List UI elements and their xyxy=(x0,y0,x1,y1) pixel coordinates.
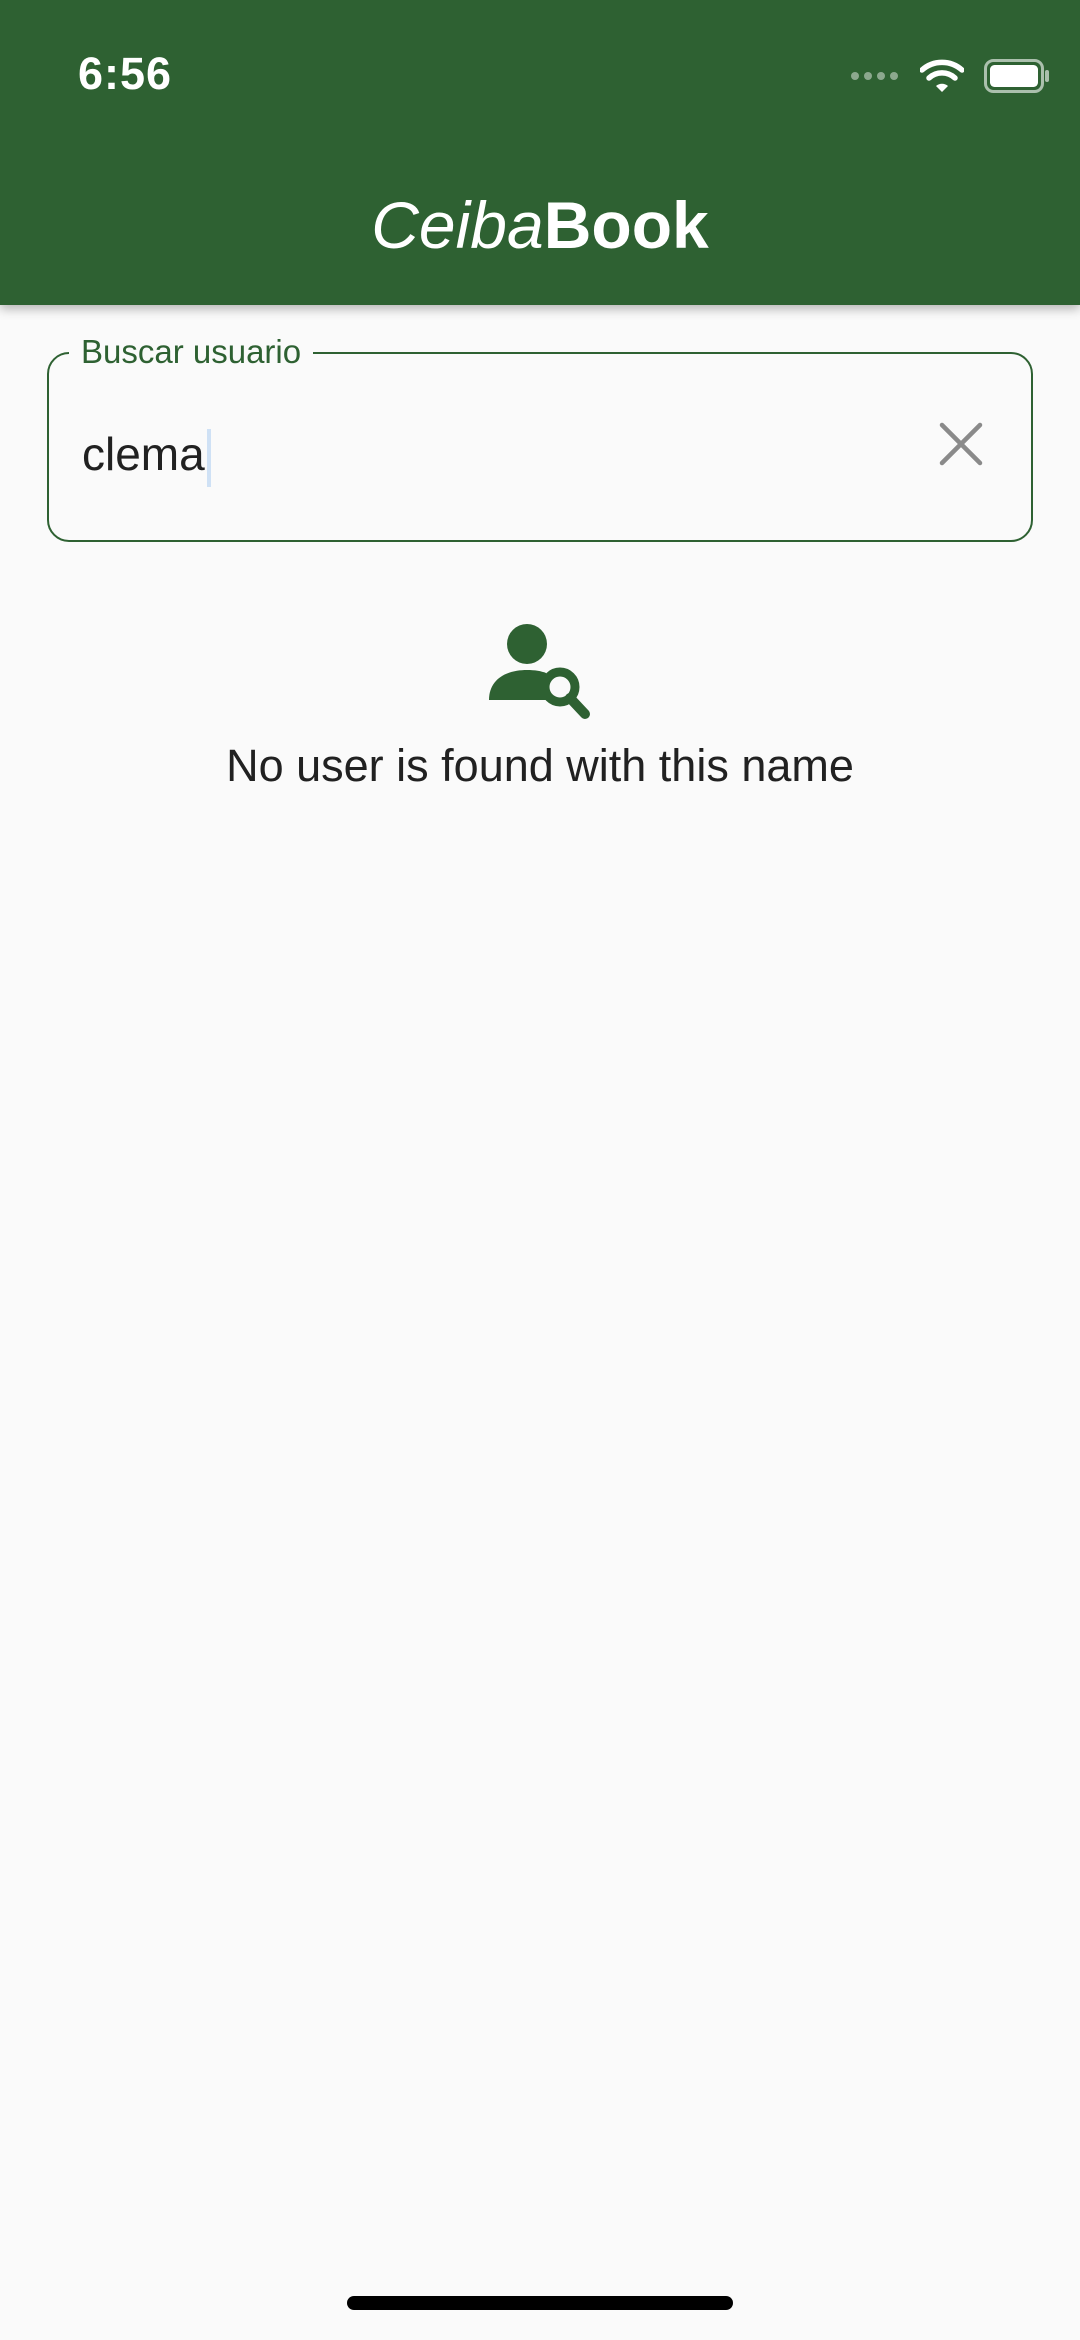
cellular-signal-icon xyxy=(850,69,900,87)
close-icon xyxy=(938,421,984,472)
text-caret xyxy=(206,428,211,487)
battery-icon xyxy=(984,58,1050,98)
app-title: CeibaBook xyxy=(0,185,1080,265)
search-input[interactable]: clema xyxy=(82,426,211,487)
search-input-value: clema xyxy=(82,428,205,480)
status-icons xyxy=(850,58,1050,98)
search-label: Buscar usuario xyxy=(69,332,314,372)
app-bar: 6:56 CeibaBook xyxy=(0,0,1080,305)
search-field[interactable]: Buscar usuario clema xyxy=(47,332,1033,542)
wifi-icon xyxy=(919,59,965,98)
clear-search-button[interactable] xyxy=(931,416,991,476)
app-title-italic: Ceiba xyxy=(371,188,544,262)
empty-state-message: No user is found with this name xyxy=(226,740,854,791)
app-title-bold: Book xyxy=(543,188,709,262)
person-search-icon xyxy=(485,620,595,720)
home-indicator[interactable] xyxy=(347,2296,733,2310)
status-time: 6:56 xyxy=(78,48,173,99)
